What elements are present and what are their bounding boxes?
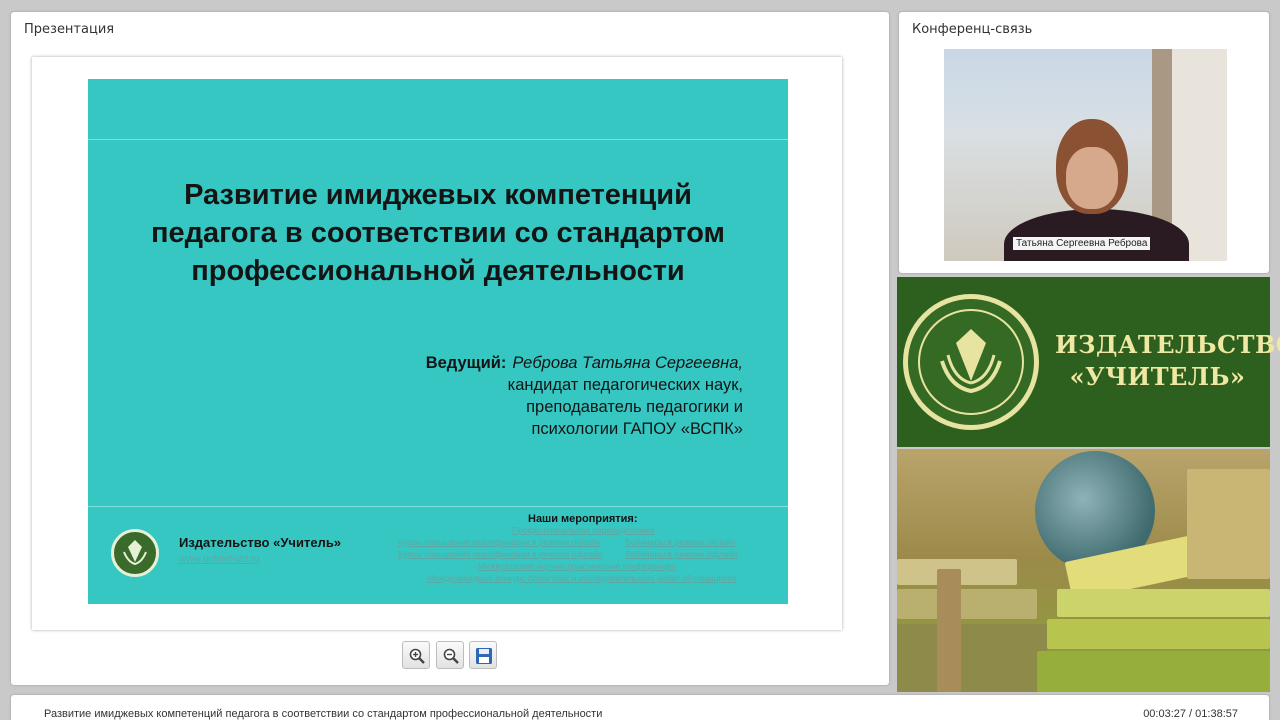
playback-time: 00:03:27 / 01:38:57 — [1143, 708, 1238, 720]
publisher-logo-icon — [111, 529, 159, 577]
participant-face — [1066, 147, 1118, 209]
slide-divider-bottom — [88, 506, 788, 507]
conference-panel-title: Конференц-связь — [912, 22, 1033, 37]
conference-panel: Конференц-связь Татьяна Сергеевна Ребров… — [899, 12, 1269, 273]
zoom-out-icon — [443, 648, 459, 664]
webinar-title: Развитие имиджевых компетенций педагога … — [44, 708, 603, 720]
zoom-in-icon — [409, 648, 425, 664]
video-feed: Татьяна Сергеевна Реброва — [944, 49, 1227, 261]
event-link[interactable]: Международный конкурс проектных и исслед… — [427, 573, 736, 583]
presenter-label: Ведущий: — [425, 354, 507, 372]
event-link[interactable]: Вебинары в режиме онлайн — [625, 537, 736, 547]
presenter-info: Ведущий: Реброва Татьяна Сергеевна, канди… — [426, 352, 743, 440]
slide-frame: Развитие имиджевых компетенций педагога … — [32, 57, 842, 630]
slide-divider-top — [88, 139, 788, 140]
publisher-brand-text: ИЗДАТЕЛЬСТВО «УЧИТЕЛЬ» — [1055, 329, 1280, 393]
zoom-out-button[interactable] — [436, 641, 464, 669]
books-globe-image — [897, 449, 1270, 692]
presenter-detail: кандидат педагогических наук, — [507, 376, 743, 394]
publisher-banner: ИЗДАТЕЛЬСТВО «УЧИТЕЛЬ» — [897, 277, 1280, 447]
brand-line: «УЧИТЕЛЬ» — [1069, 362, 1246, 391]
event-link[interactable]: Курсы повышения квалификации в режиме он… — [398, 537, 600, 547]
event-link[interactable]: Курсы повышения квалификации в режиме оф… — [398, 549, 602, 559]
event-link[interactable]: Межвузовские научно-практические конфере… — [478, 561, 676, 571]
presenter-detail: психологии ГАПОУ «ВСПК» — [531, 420, 743, 438]
presentation-panel-title: Презентация — [24, 22, 115, 37]
slide: Развитие имиджевых компетенций педагога … — [88, 79, 788, 604]
presenter-name: Реброва Татьяна Сергеевна, — [512, 354, 743, 372]
slide-title-line: педагога в соответствии со стандартом — [150, 217, 725, 249]
presenter-detail: преподаватель педагогики и — [526, 398, 743, 416]
participant-name-caption: Татьяна Сергеевна Реброва — [1013, 237, 1151, 250]
save-icon — [476, 648, 492, 664]
presentation-panel: Презентация Развитие имиджевых компетенц… — [11, 12, 889, 685]
events-title: Наши мероприятия: — [528, 513, 638, 525]
slide-title-line: Развитие имиджевых компетенций — [184, 179, 692, 211]
save-button[interactable] — [469, 641, 497, 669]
publisher-url-link[interactable]: www.uchitel-izd.ru — [179, 554, 260, 565]
status-bar: Развитие имиджевых компетенций педагога … — [11, 695, 1269, 720]
publisher-emblem-icon — [903, 294, 1039, 430]
brand-line: ИЗДАТЕЛЬСТВО — [1055, 330, 1280, 359]
publisher-name: Издательство «Учитель» — [179, 535, 342, 550]
event-link[interactable]: Профессиональная переподготовка — [512, 525, 654, 535]
event-link[interactable]: Вебинары в режиме офлайн — [625, 549, 738, 559]
slide-title-line: профессиональной деятельности — [191, 255, 685, 287]
slide-title: Развитие имиджевых компетенций педагога … — [108, 176, 768, 290]
zoom-in-button[interactable] — [402, 641, 430, 669]
